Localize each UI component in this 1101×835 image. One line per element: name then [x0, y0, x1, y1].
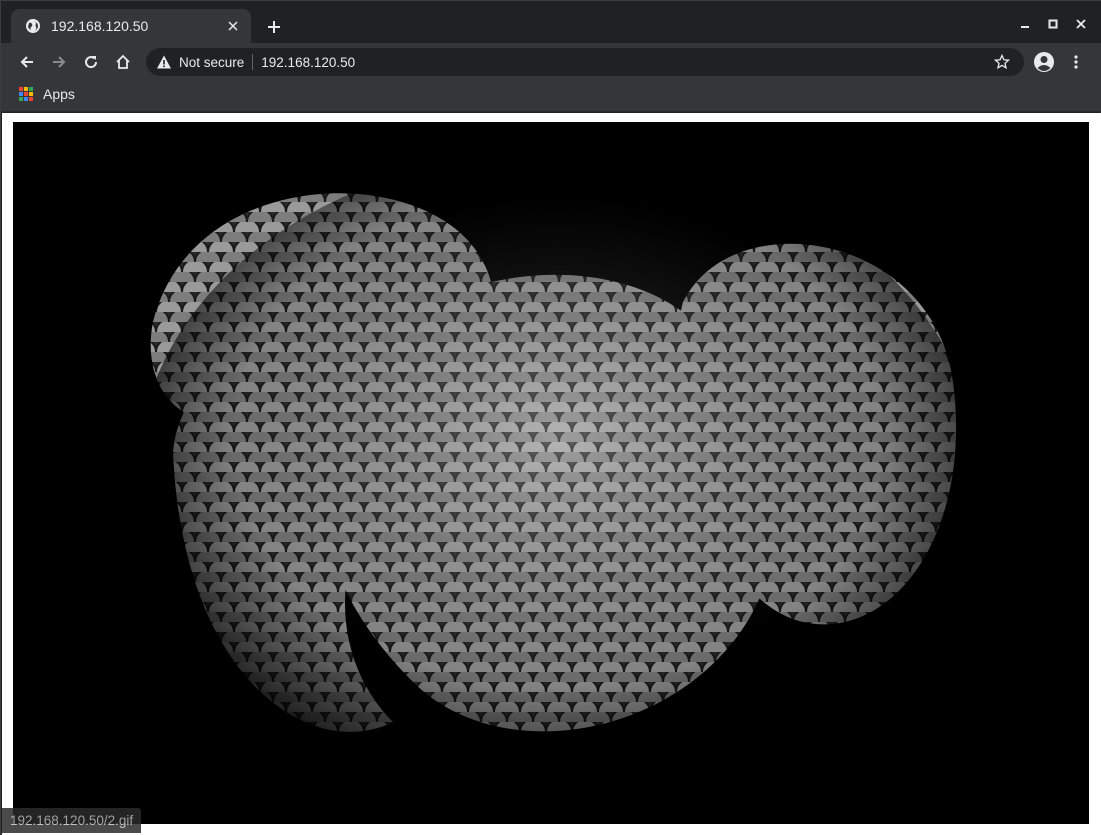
address-bar[interactable]: Not secure 192.168.120.50	[146, 48, 1024, 76]
back-icon[interactable]	[15, 50, 39, 74]
url-text[interactable]: 192.168.120.50	[261, 55, 992, 70]
navigation-toolbar: Not secure 192.168.120.50	[1, 43, 1101, 81]
globe-icon	[25, 18, 41, 34]
menu-kebab-icon[interactable]	[1064, 50, 1088, 74]
tab-active[interactable]: 192.168.120.50	[11, 9, 251, 43]
bookmark-star-icon[interactable]	[992, 52, 1012, 72]
tab-strip: 192.168.120.50	[1, 1, 1101, 43]
close-window-icon[interactable]	[1067, 13, 1095, 35]
minimize-icon[interactable]	[1011, 13, 1039, 35]
security-status[interactable]: Not secure	[179, 55, 244, 70]
new-tab-button[interactable]	[263, 16, 285, 38]
snake-image[interactable]	[13, 122, 1089, 824]
apps-shortcut[interactable]: Apps	[19, 86, 75, 102]
home-icon[interactable]	[111, 50, 135, 74]
tab-title: 192.168.120.50	[51, 18, 149, 34]
forward-icon[interactable]	[47, 50, 71, 74]
bookmarks-bar: Apps	[1, 81, 1101, 112]
reload-icon[interactable]	[79, 50, 103, 74]
status-bar-link: 192.168.120.50/2.gif	[2, 808, 142, 833]
close-tab-icon[interactable]	[225, 18, 241, 34]
warning-icon[interactable]	[156, 54, 172, 70]
apps-label: Apps	[43, 86, 75, 102]
apps-grid-icon	[19, 87, 33, 101]
browser-window: 192.168.120.50 Not secure 192.168.120.50…	[0, 0, 1101, 835]
profile-avatar-icon[interactable]	[1032, 50, 1056, 74]
maximize-icon[interactable]	[1039, 13, 1067, 35]
omnibox-divider	[252, 54, 254, 70]
